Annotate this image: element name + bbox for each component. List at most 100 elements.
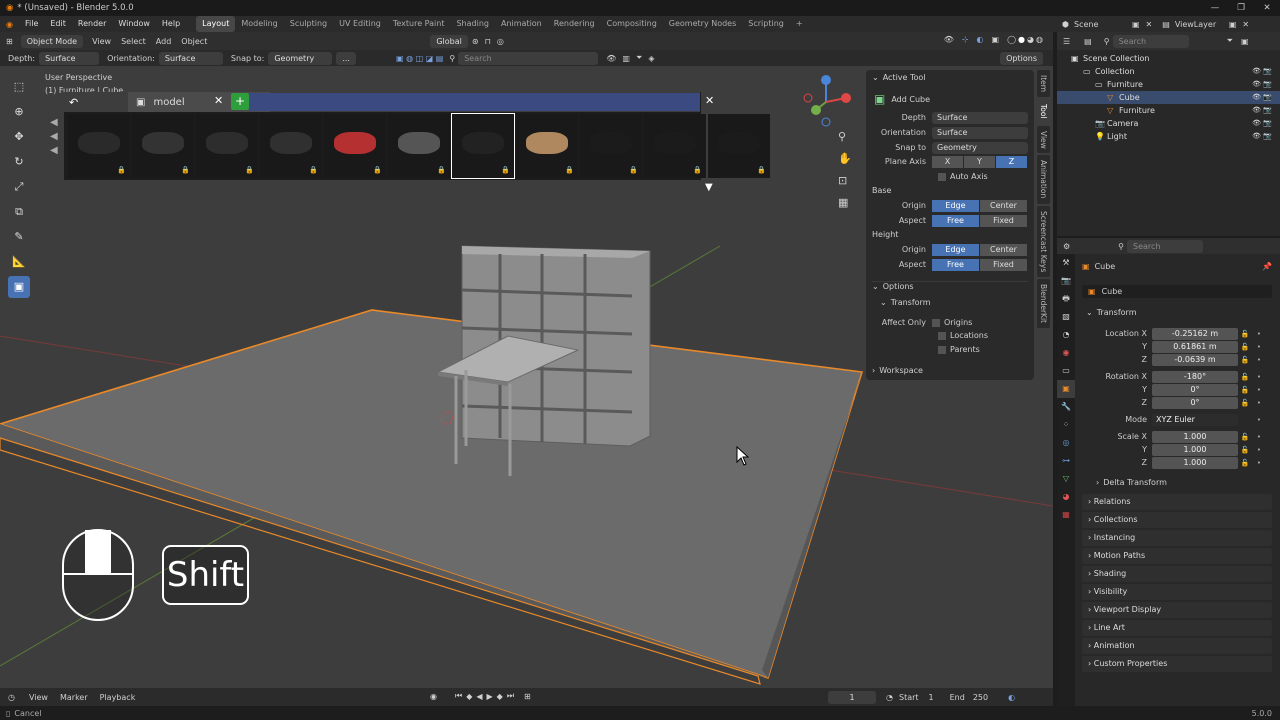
properties-section[interactable]: › Shading: [1082, 566, 1272, 582]
view-layer-icon[interactable]: ▤: [1162, 20, 1170, 29]
keying-icon[interactable]: ⊞: [524, 692, 531, 701]
options-section-label[interactable]: Options: [883, 282, 914, 291]
collection-props-icon[interactable]: ▭: [1057, 362, 1075, 380]
menu-file[interactable]: File: [19, 16, 44, 32]
keyframe-dot-icon[interactable]: •: [1252, 459, 1266, 467]
constraint-props-icon[interactable]: ⊶: [1057, 452, 1075, 470]
add-asset-button[interactable]: +: [231, 93, 249, 110]
options-collapse-icon[interactable]: ⌄: [872, 282, 879, 291]
clear-search-icon[interactable]: ✕: [214, 94, 223, 107]
asset-thumbnail[interactable]: 🔒: [451, 113, 515, 179]
properties-section[interactable]: › Instancing: [1082, 530, 1272, 546]
pan-hand-icon[interactable]: ✋: [838, 152, 854, 174]
asset-thumbnail[interactable]: 🔒: [324, 114, 386, 178]
base-origin-center[interactable]: Center: [980, 199, 1027, 212]
editor-type-icon[interactable]: ⊞: [6, 37, 13, 46]
asset-thumbnail[interactable]: 🔒: [388, 114, 450, 178]
shading-wireframe-icon[interactable]: ◯: [1007, 35, 1016, 44]
workspace-tab-uv-editing[interactable]: UV Editing: [333, 16, 387, 32]
new-scene-icon[interactable]: ▣: [1132, 20, 1140, 29]
visibility-toggle-icon[interactable]: 👁 📷: [1252, 78, 1272, 91]
workspace-tab-geometry-nodes[interactable]: Geometry Nodes: [663, 16, 742, 32]
plane-axis-z[interactable]: Z: [996, 155, 1027, 168]
outliner-row[interactable]: ▽ Furniture 👁 📷: [1057, 104, 1280, 117]
camera-view-icon[interactable]: ⊡: [838, 174, 854, 196]
zoom-icon[interactable]: ⚲: [838, 130, 854, 152]
transform-subsection-label[interactable]: Transform: [891, 298, 931, 307]
delete-view-layer-icon[interactable]: ✕: [1242, 20, 1249, 29]
properties-search-input[interactable]: Search: [1127, 239, 1204, 253]
blender-menu-icon[interactable]: ◉: [0, 20, 19, 29]
transform-tool-icon[interactable]: ⧉: [8, 201, 30, 223]
sidebar-tab-blenderkit[interactable]: BlenderKit: [1037, 278, 1050, 328]
scene-props-icon[interactable]: ◔: [1057, 326, 1075, 344]
snap-to-dropdown[interactable]: Geometry: [268, 51, 333, 65]
properties-editor-icon[interactable]: ⚙: [1063, 242, 1070, 251]
scene-selector[interactable]: Scene: [1074, 20, 1132, 29]
new-view-layer-icon[interactable]: ▣: [1229, 20, 1237, 29]
auto-axis-checkbox[interactable]: [938, 172, 946, 181]
transform-collapse-icon[interactable]: ⌄: [880, 298, 887, 307]
origins-checkbox[interactable]: [932, 318, 940, 327]
asset-thumbnail[interactable]: 🔒: [516, 114, 578, 178]
proportional-edit-icon[interactable]: ◎: [497, 37, 504, 46]
outliner-row[interactable]: 📷 Camera 👁 📷: [1057, 117, 1280, 130]
location-z-field[interactable]: -0.0639 m: [1152, 353, 1238, 366]
modifier-props-icon[interactable]: 🔧: [1057, 398, 1075, 416]
expand-asset-browser-icon[interactable]: ▼: [705, 182, 713, 193]
sidebar-tab-screencast-keys[interactable]: Screencast Keys: [1037, 205, 1050, 277]
locations-checkbox[interactable]: [938, 331, 946, 340]
back-arrow-icon[interactable]: ↶: [69, 96, 78, 109]
visibility-toggle-icon[interactable]: 👁 📷: [1252, 104, 1272, 117]
record-icon[interactable]: ◉: [430, 692, 437, 701]
workspace-tab-scripting[interactable]: Scripting: [742, 16, 790, 32]
lock-icon[interactable]: 🔓: [1238, 356, 1252, 364]
workspace-tab-rendering[interactable]: Rendering: [548, 16, 601, 32]
outliner-row[interactable]: ▽ Cube 👁 📷: [1057, 91, 1280, 104]
keyframe-dot-icon[interactable]: •: [1252, 330, 1266, 338]
workspace-tab-modeling[interactable]: Modeling: [235, 16, 283, 32]
keyframe-dot-icon[interactable]: •: [1252, 433, 1266, 441]
visibility-toggle-icon[interactable]: 👁 📷: [1252, 65, 1272, 78]
snap-icon[interactable]: ⊓: [485, 37, 491, 46]
scale-tool-icon[interactable]: ⤢: [8, 176, 30, 198]
sync-icon[interactable]: ◐: [1008, 693, 1015, 702]
rotation-z-field[interactable]: 0°: [1152, 396, 1238, 409]
workspace-tab-texture-paint[interactable]: Texture Paint: [387, 16, 451, 32]
visibility-toggle-icon[interactable]: 👁 📷: [1252, 91, 1272, 104]
next-keyframe-icon[interactable]: ◆: [497, 692, 503, 701]
properties-section[interactable]: › Relations: [1082, 494, 1272, 510]
workspace-tab-shading[interactable]: Shading: [450, 16, 495, 32]
view-layer-props-icon[interactable]: ▧: [1057, 308, 1075, 326]
height-origin-center[interactable]: Center: [980, 243, 1027, 256]
data-props-icon[interactable]: ▽: [1057, 470, 1075, 488]
add-cube-tool-icon[interactable]: ▣: [8, 276, 30, 298]
transform-panel-header[interactable]: ⌄ Transform: [1086, 308, 1137, 317]
more-dropdown[interactable]: ...: [336, 51, 356, 65]
scale-y-field[interactable]: 1.000: [1152, 443, 1238, 456]
scene-icon[interactable]: ⬢: [1062, 20, 1069, 29]
plane-axis-y[interactable]: Y: [964, 155, 995, 168]
scale-z-field[interactable]: 1.000: [1152, 456, 1238, 469]
collapse-icon[interactable]: ⌄: [872, 73, 879, 82]
texture-props-icon[interactable]: ▦: [1057, 506, 1075, 524]
asset-thumbnail[interactable]: 🔒: [68, 114, 130, 178]
pivot-icon[interactable]: ⊛: [472, 37, 479, 46]
select-box-icon[interactable]: ⬚: [8, 76, 30, 98]
pin-icon[interactable]: 📌: [1262, 262, 1272, 271]
jump-end-icon[interactable]: ⏭: [507, 691, 514, 701]
measure-tool-icon[interactable]: 📐: [8, 251, 30, 273]
outliner-row[interactable]: 💡 Light 👁 📷: [1057, 130, 1280, 143]
shading-rendered-icon[interactable]: ◍: [1036, 35, 1043, 44]
maximize-button[interactable]: ❐: [1228, 0, 1254, 16]
sidebar-tab-animation[interactable]: Animation: [1037, 155, 1050, 204]
sidebar-tab-tool[interactable]: Tool: [1037, 99, 1050, 124]
tool-props-icon[interactable]: ⚒: [1057, 254, 1075, 272]
asset-thumbnail[interactable]: 🔒: [196, 114, 258, 178]
properties-section[interactable]: › Motion Paths: [1082, 548, 1272, 564]
add-workspace-icon[interactable]: +: [790, 16, 809, 32]
location-x-field[interactable]: -0.25162 m: [1152, 327, 1238, 340]
properties-section[interactable]: › Visibility: [1082, 584, 1272, 600]
jump-start-icon[interactable]: ⏮: [455, 691, 462, 701]
view-filter-icon[interactable]: ▥: [622, 54, 630, 63]
